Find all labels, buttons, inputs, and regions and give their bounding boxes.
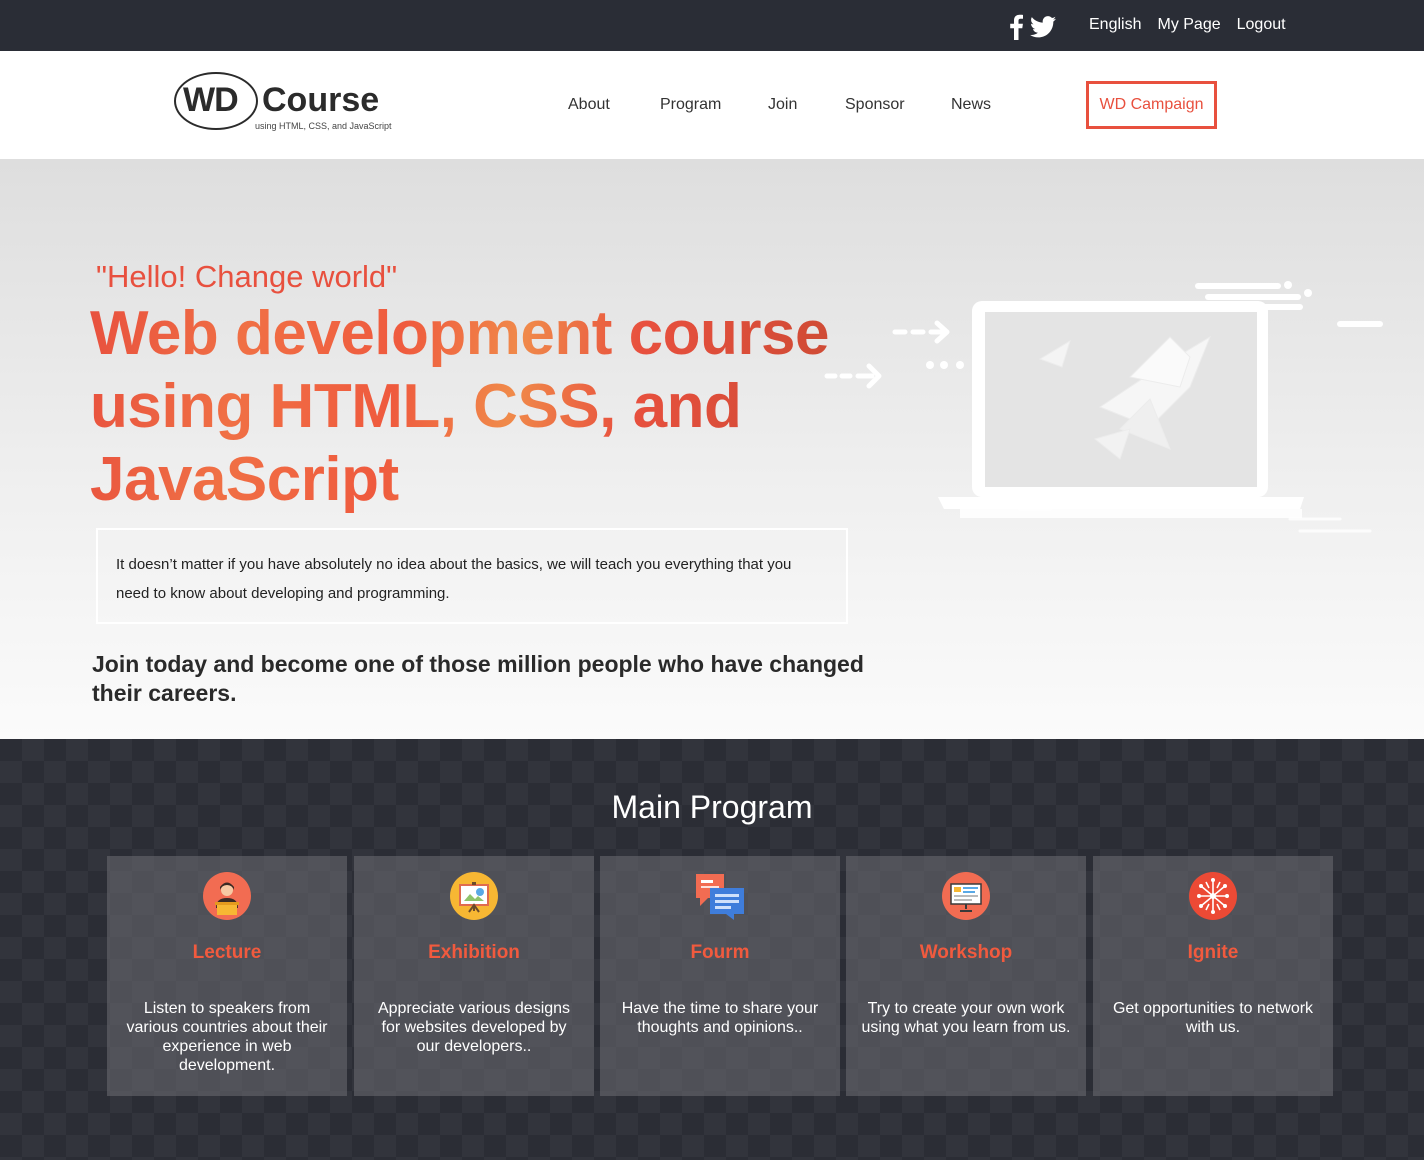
lecture-icon [203, 872, 251, 920]
campaign-button[interactable]: WD Campaign [1086, 81, 1217, 129]
nav-item-program[interactable]: Program [660, 96, 721, 114]
my-page-link[interactable]: My Page [1157, 16, 1220, 34]
top-links: English My Page Logout [1089, 16, 1286, 34]
program-card-lecture[interactable]: Lecture Listen to speakers from various … [107, 856, 347, 1096]
forum-icon [696, 874, 744, 920]
main-program-section: Main Program Lecture Listen to speakers … [0, 739, 1424, 1160]
social-links [1008, 14, 1056, 40]
exhibition-icon [450, 872, 498, 920]
program-card-forum[interactable]: Fourm Have the time to share your though… [600, 856, 840, 1096]
card-title: Ignite [1187, 942, 1239, 963]
card-title: Workshop [919, 942, 1013, 963]
site-logo[interactable]: WD Course using HTML, CSS, and JavaScrip… [173, 70, 403, 136]
language-link[interactable]: English [1089, 16, 1141, 34]
hero-description: It doesn’t matter if you have absolutely… [96, 528, 848, 624]
hero-tagline: "Hello! Change world" [96, 259, 398, 294]
card-description: Get opportunities to network with us. [1112, 1000, 1314, 1036]
hero-join-text: Join today and become one of those milli… [92, 651, 864, 706]
logo-tagline: using HTML, CSS, and JavaScript [255, 121, 392, 131]
program-card-ignite[interactable]: Ignite Get opportunities to network with… [1093, 856, 1333, 1096]
card-title: Exhibition [428, 942, 520, 963]
logo-name: Course [262, 81, 380, 119]
nav-item-news[interactable]: News [951, 96, 991, 114]
nav-item-sponsor[interactable]: Sponsor [845, 96, 905, 114]
facebook-icon[interactable] [1008, 14, 1024, 40]
hero-title: Web development course using HTML, CSS, … [90, 297, 850, 516]
card-description: Appreciate various designs for websites … [377, 1000, 571, 1055]
twitter-icon[interactable] [1030, 16, 1056, 38]
hero-section: "Hello! Change world" Web development co… [0, 159, 1424, 739]
card-description: Try to create your own work using what y… [861, 1000, 1071, 1036]
program-card-exhibition[interactable]: Exhibition Appreciate various designs fo… [354, 856, 594, 1096]
card-description: Have the time to share your thoughts and… [621, 1000, 819, 1036]
ignite-icon [1189, 872, 1237, 920]
top-bar: English My Page Logout [0, 0, 1424, 51]
card-title: Lecture [192, 942, 262, 963]
logout-link[interactable]: Logout [1237, 16, 1286, 34]
program-heading: Main Program [611, 789, 813, 825]
nav-item-join[interactable]: Join [768, 96, 797, 114]
logo-mark: WD [183, 81, 239, 119]
laptop-illustration [824, 281, 1383, 533]
program-card-workshop[interactable]: Workshop Try to create your own work usi… [846, 856, 1086, 1096]
site-header: WD Course using HTML, CSS, and JavaScrip… [0, 51, 1424, 159]
card-description: Listen to speakers from various countrie… [126, 1000, 328, 1074]
nav-item-about[interactable]: About [568, 96, 610, 114]
card-title: Fourm [690, 942, 750, 963]
workshop-icon [942, 872, 990, 920]
